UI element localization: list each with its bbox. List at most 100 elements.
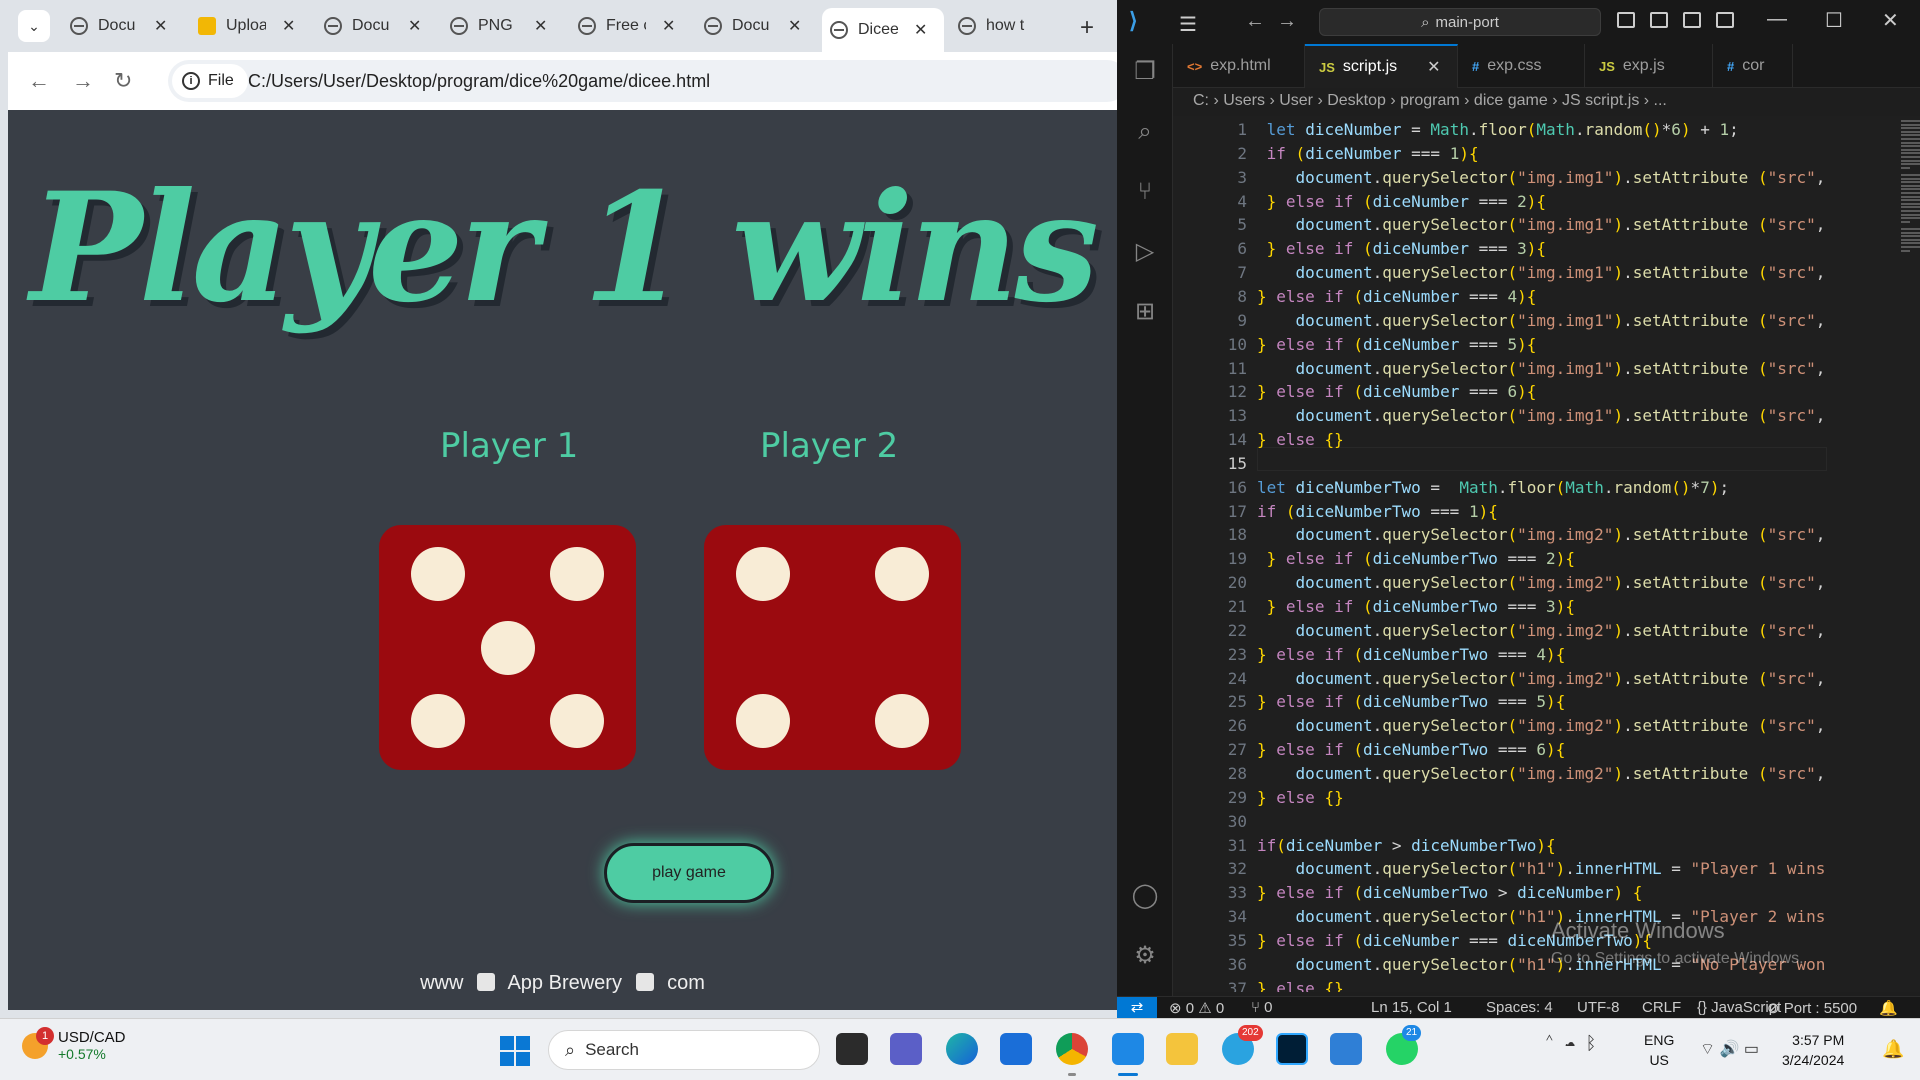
code-line[interactable]: } else {} — [1257, 788, 1344, 807]
browser-tab[interactable]: Docu ✕ — [316, 8, 436, 44]
code-line[interactable]: document.querySelector("img.img1").setAt… — [1257, 263, 1826, 282]
remote-indicator-icon[interactable]: ⇄ — [1117, 997, 1157, 1019]
code-line[interactable]: if (diceNumberTwo === 1){ — [1257, 502, 1498, 521]
taskbar-search[interactable]: ⌕ Search — [548, 1030, 820, 1070]
close-tab-icon[interactable]: ✕ — [282, 16, 295, 36]
settings-gear-icon[interactable]: ⚙ — [1131, 942, 1159, 970]
problems-status[interactable]: ⊗ 0 ⚠ 0 — [1169, 999, 1224, 1017]
editor-tab[interactable]: # cor — [1713, 44, 1793, 88]
browser-tab[interactable]: Free c ✕ — [570, 8, 690, 44]
store-icon[interactable] — [1000, 1033, 1032, 1065]
widgets-button[interactable]: 1 USD/CAD +0.57% — [22, 1026, 126, 1062]
photos-icon[interactable] — [1330, 1033, 1362, 1065]
close-tab-icon[interactable]: ✕ — [534, 16, 547, 36]
cursor-position[interactable]: Ln 15, Col 1 — [1371, 999, 1452, 1016]
photoshop-icon[interactable] — [1276, 1033, 1308, 1065]
close-tab-icon[interactable]: ✕ — [1427, 57, 1440, 77]
close-tab-icon[interactable]: ✕ — [662, 16, 675, 36]
browser-tab[interactable]: Docu ✕ — [62, 8, 182, 44]
reload-button[interactable]: ↻ — [114, 68, 132, 94]
close-window-button[interactable]: ✕ — [1882, 8, 1899, 33]
breadcrumb[interactable]: C: › Users › User › Desktop › program › … — [1193, 92, 1667, 110]
browser-tab[interactable]: PNG I ✕ — [442, 8, 562, 44]
toggle-sidebar-icon[interactable] — [1617, 12, 1635, 28]
close-tab-icon[interactable]: ✕ — [914, 20, 927, 40]
code-line[interactable]: document.querySelector("img.img1").setAt… — [1257, 406, 1826, 425]
code-line[interactable]: } else if (diceNumberTwo > diceNumber) { — [1257, 883, 1642, 902]
code-line[interactable]: } else if (diceNumberTwo === 5){ — [1257, 692, 1565, 711]
editor-tab[interactable]: <> exp.html — [1173, 44, 1305, 88]
run-debug-icon[interactable]: ▷ — [1131, 238, 1159, 266]
maximize-button[interactable]: ☐ — [1825, 8, 1843, 33]
browser-tab[interactable]: Docu ✕ — [696, 8, 816, 44]
eol-status[interactable]: CRLF — [1642, 999, 1681, 1016]
code-line[interactable]: document.querySelector("img.img2").setAt… — [1257, 716, 1826, 735]
new-tab-button[interactable]: + — [1080, 14, 1094, 42]
back-button[interactable]: ← — [28, 68, 50, 94]
forward-button[interactable]: → — [72, 68, 94, 94]
address-bar[interactable]: i File C:/Users/User/Desktop/program/dic… — [168, 60, 1128, 102]
search-icon[interactable]: ⌕ — [1131, 118, 1159, 146]
input-language[interactable]: ENG US — [1644, 1030, 1674, 1070]
code-line[interactable]: } else if (diceNumberTwo === 6){ — [1257, 740, 1565, 759]
code-line[interactable]: } else if (diceNumberTwo === 2){ — [1257, 549, 1575, 568]
code-line[interactable]: } else if (diceNumber === 4){ — [1257, 287, 1536, 306]
code-line[interactable]: document.querySelector("img.img2").setAt… — [1257, 669, 1826, 688]
editor-tab[interactable]: # exp.css — [1458, 44, 1585, 88]
clock[interactable]: 3:57 PM 3/24/2024 — [1782, 1030, 1844, 1070]
code-line[interactable]: } else if (diceNumber === 5){ — [1257, 335, 1536, 354]
toggle-secondary-sidebar-icon[interactable] — [1683, 12, 1701, 28]
browser-tab[interactable]: how t — [950, 8, 1070, 44]
code-line[interactable]: document.querySelector("h1").innerHTML =… — [1257, 907, 1826, 926]
code-line[interactable]: } else {} — [1257, 979, 1344, 992]
nav-forward-icon[interactable]: → — [1277, 10, 1297, 33]
notifications-icon[interactable]: 🔔 — [1879, 999, 1898, 1017]
minimap[interactable] — [1897, 116, 1920, 256]
start-button[interactable] — [500, 1036, 530, 1066]
code-line[interactable]: document.querySelector("img.img2").setAt… — [1257, 764, 1826, 783]
code-line[interactable]: document.querySelector("img.img1").setAt… — [1257, 215, 1826, 234]
browser-tab[interactable]: Uploa ✕ — [190, 8, 310, 44]
toggle-panel-icon[interactable] — [1650, 12, 1668, 28]
close-tab-icon[interactable]: ✕ — [408, 16, 421, 36]
explorer-icon[interactable]: ❐ — [1131, 58, 1159, 86]
task-view-icon[interactable] — [836, 1033, 868, 1065]
code-line[interactable]: } else if (diceNumber === 3){ — [1257, 239, 1546, 258]
system-tray[interactable]: ⌃ ☁ ᛒ — [1544, 1033, 1596, 1054]
menu-icon[interactable]: ☰ — [1179, 12, 1197, 37]
editor-tab[interactable]: JS exp.js — [1585, 44, 1713, 88]
indentation-status[interactable]: Spaces: 4 — [1486, 999, 1553, 1016]
customize-layout-icon[interactable] — [1716, 12, 1734, 28]
code-line[interactable]: } else if (diceNumber === 2){ — [1257, 192, 1546, 211]
meet-icon[interactable] — [890, 1033, 922, 1065]
extensions-icon[interactable]: ⊞ — [1131, 298, 1159, 326]
code-line[interactable]: let diceNumber = Math.floor(Math.random(… — [1257, 120, 1739, 139]
code-line[interactable]: } else if (diceNumber === 6){ — [1257, 382, 1536, 401]
minimize-button[interactable]: — — [1767, 8, 1787, 31]
code-line[interactable]: } else if (diceNumberTwo === 4){ — [1257, 645, 1565, 664]
code-line[interactable]: if(diceNumber > diceNumberTwo){ — [1257, 836, 1556, 855]
browser-tab[interactable]: Dicee ✕ — [822, 8, 944, 52]
notifications-icon[interactable]: 🔔 — [1882, 1039, 1904, 1060]
code-line[interactable]: document.querySelector("img.img1").setAt… — [1257, 359, 1826, 378]
code-line[interactable]: document.querySelector("img.img2").setAt… — [1257, 621, 1826, 640]
code-line[interactable]: document.querySelector("img.img2").setAt… — [1257, 573, 1826, 592]
file-explorer-icon[interactable] — [1166, 1033, 1198, 1065]
encoding-status[interactable]: UTF-8 — [1577, 999, 1620, 1016]
close-tab-icon[interactable]: ✕ — [788, 16, 801, 36]
code-line[interactable]: let diceNumberTwo = Math.floor(Math.rand… — [1257, 478, 1729, 497]
tab-search-button[interactable]: ⌄ — [18, 10, 50, 42]
code-editor[interactable]: 1 let diceNumber = Math.floor(Math.rando… — [1173, 116, 1920, 992]
chrome-icon[interactable] — [1056, 1033, 1088, 1065]
code-line[interactable]: document.querySelector("img.img1").setAt… — [1257, 311, 1826, 330]
source-control-icon[interactable]: ⑂ — [1131, 178, 1159, 206]
play-game-button[interactable]: play game — [604, 843, 774, 903]
code-line[interactable]: } else {} — [1257, 430, 1344, 449]
code-line[interactable]: } else if (diceNumberTwo === 3){ — [1257, 597, 1575, 616]
wifi-volume-battery-icons[interactable]: ⌔ 🔊 ▭ — [1700, 1039, 1759, 1059]
ports-status[interactable]: ⑂ 0 — [1251, 999, 1273, 1016]
site-info-chip[interactable]: i File — [172, 64, 248, 98]
code-line[interactable]: document.querySelector("img.img2").setAt… — [1257, 525, 1826, 544]
command-center-search[interactable]: ⌕ main-port — [1319, 8, 1601, 36]
close-tab-icon[interactable]: ✕ — [154, 16, 167, 36]
